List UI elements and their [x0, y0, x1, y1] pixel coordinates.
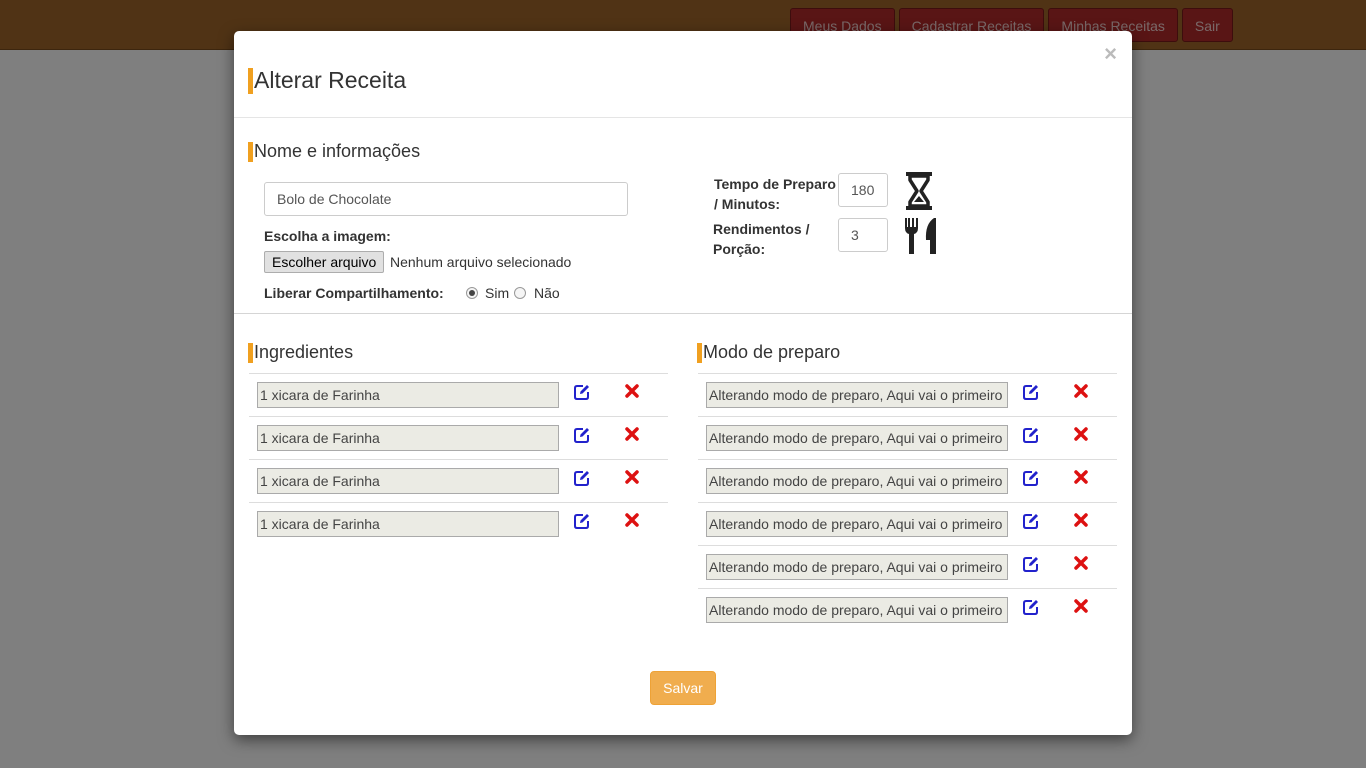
steps-section-title: Modo de preparo — [697, 342, 840, 363]
edit-icon[interactable] — [1023, 599, 1039, 615]
recipe-name-input[interactable] — [264, 182, 628, 216]
prep-time-label: Tempo de Preparo / Minutos: — [714, 176, 836, 212]
ingredient-input[interactable] — [257, 425, 559, 451]
delete-icon[interactable] — [1074, 513, 1088, 527]
step-input[interactable] — [706, 382, 1008, 408]
step-row — [698, 545, 1117, 588]
hourglass-icon — [906, 172, 932, 210]
step-row — [698, 459, 1117, 502]
prep-time-input[interactable]: 180 — [838, 173, 888, 207]
step-input[interactable] — [706, 511, 1008, 537]
accent-bar — [248, 141, 253, 162]
share-no-label: Não — [534, 285, 560, 301]
ingredients-section-title-text: Ingredientes — [254, 342, 354, 362]
ingredient-row — [249, 502, 668, 545]
steps-section-title-text: Modo de preparo — [703, 342, 841, 362]
file-status-text: Nenhum arquivo selecionado — [390, 254, 572, 270]
image-label: Escolha a imagem: — [264, 228, 391, 244]
delete-icon[interactable] — [1074, 599, 1088, 613]
edit-icon[interactable] — [574, 470, 590, 486]
share-no-radio[interactable] — [514, 287, 526, 299]
step-row — [698, 588, 1117, 631]
share-yes-radio[interactable] — [466, 287, 478, 299]
ingredient-row — [249, 416, 668, 459]
fork-knife-icon — [905, 218, 936, 254]
ingredient-input[interactable] — [257, 511, 559, 537]
delete-icon[interactable] — [625, 470, 639, 484]
edit-icon[interactable] — [1023, 427, 1039, 443]
modal-title-text: Alterar Receita — [254, 67, 407, 93]
share-label: Liberar Compartilhamento: — [264, 285, 444, 301]
info-section-title: Nome e informações — [248, 141, 420, 162]
divider — [234, 117, 1132, 118]
yield-label: Rendimentos / Porção: — [713, 221, 810, 257]
step-row — [698, 416, 1117, 459]
accent-bar — [697, 342, 702, 363]
ingredients-section-title: Ingredientes — [248, 342, 353, 363]
info-section-title-text: Nome e informações — [254, 141, 421, 161]
divider — [234, 313, 1132, 314]
delete-icon[interactable] — [625, 384, 639, 398]
ingredients-list — [249, 373, 668, 545]
save-button[interactable]: Salvar — [650, 671, 716, 705]
yield-input[interactable]: 3 — [838, 218, 888, 252]
choose-file-button[interactable]: Escolher arquivo — [264, 251, 385, 273]
edit-icon[interactable] — [1023, 384, 1039, 400]
steps-list — [698, 373, 1117, 631]
delete-icon[interactable] — [1074, 556, 1088, 570]
step-input[interactable] — [706, 468, 1008, 494]
delete-icon[interactable] — [1074, 470, 1088, 484]
ingredient-input[interactable] — [257, 382, 559, 408]
share-yes-label: Sim — [485, 285, 510, 301]
step-input[interactable] — [706, 554, 1008, 580]
ingredient-row — [249, 373, 668, 416]
delete-icon[interactable] — [625, 513, 639, 527]
accent-bar — [248, 67, 253, 94]
step-input[interactable] — [706, 425, 1008, 451]
step-row — [698, 502, 1117, 545]
step-row — [698, 373, 1117, 416]
delete-icon[interactable] — [1074, 384, 1088, 398]
close-button[interactable]: × — [1104, 43, 1117, 65]
edit-icon[interactable] — [1023, 556, 1039, 572]
ingredient-input[interactable] — [257, 468, 559, 494]
edit-icon[interactable] — [1023, 513, 1039, 529]
edit-icon[interactable] — [574, 427, 590, 443]
delete-icon[interactable] — [625, 427, 639, 441]
edit-icon[interactable] — [574, 384, 590, 400]
accent-bar — [248, 342, 253, 363]
step-input[interactable] — [706, 597, 1008, 623]
edit-icon[interactable] — [574, 513, 590, 529]
delete-icon[interactable] — [1074, 427, 1088, 441]
modal-title: Alterar Receita — [248, 67, 406, 94]
edit-recipe-modal: × Alterar Receita Nome e informações Esc… — [234, 31, 1132, 735]
ingredient-row — [249, 459, 668, 502]
edit-icon[interactable] — [1023, 470, 1039, 486]
